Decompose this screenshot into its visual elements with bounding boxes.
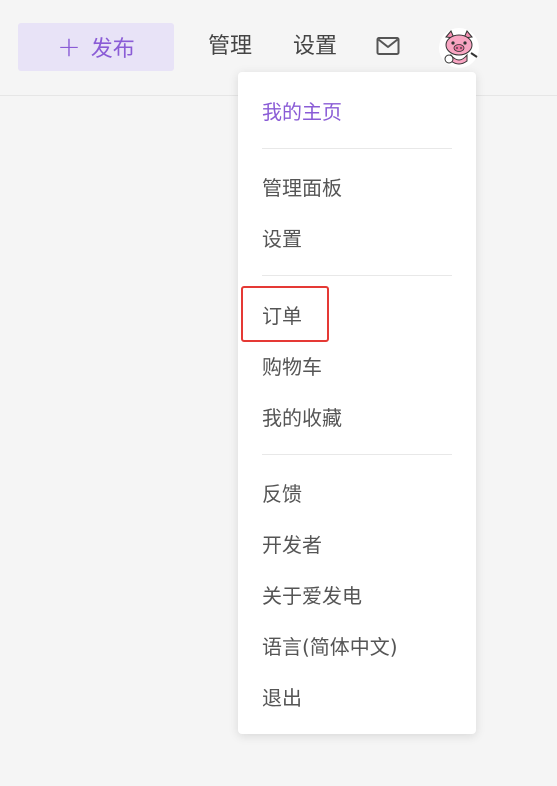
menu-item-logout[interactable]: 退出 — [262, 683, 302, 713]
publish-button[interactable]: + 发布 — [18, 23, 174, 71]
menu-item-my-homepage[interactable]: 我的主页 — [262, 97, 342, 127]
mail-icon[interactable] — [376, 36, 400, 56]
menu-item-orders[interactable]: 订单 — [262, 301, 302, 331]
menu-item-cart[interactable]: 购物车 — [262, 352, 322, 382]
nav-manage-link[interactable]: 管理 — [208, 30, 252, 64]
menu-item-favorites[interactable]: 我的收藏 — [262, 403, 342, 433]
menu-divider — [262, 454, 452, 455]
nav-settings-link[interactable]: 设置 — [293, 30, 337, 64]
user-dropdown-menu: 我的主页 管理面板 设置 订单 购物车 我的收藏 反馈 开发者 关于爱发电 语言… — [238, 72, 476, 734]
menu-divider — [262, 148, 452, 149]
plus-icon: + — [57, 30, 81, 63]
menu-item-settings[interactable]: 设置 — [262, 224, 302, 254]
user-avatar[interactable] — [438, 27, 480, 69]
menu-item-developer[interactable]: 开发者 — [262, 530, 322, 560]
menu-item-about[interactable]: 关于爱发电 — [262, 581, 362, 611]
menu-divider — [262, 275, 452, 276]
menu-item-dashboard[interactable]: 管理面板 — [262, 173, 342, 203]
menu-item-feedback[interactable]: 反馈 — [262, 479, 302, 509]
publish-label: 发布 — [90, 37, 135, 62]
menu-item-language[interactable]: 语言(简体中文) — [262, 632, 398, 662]
